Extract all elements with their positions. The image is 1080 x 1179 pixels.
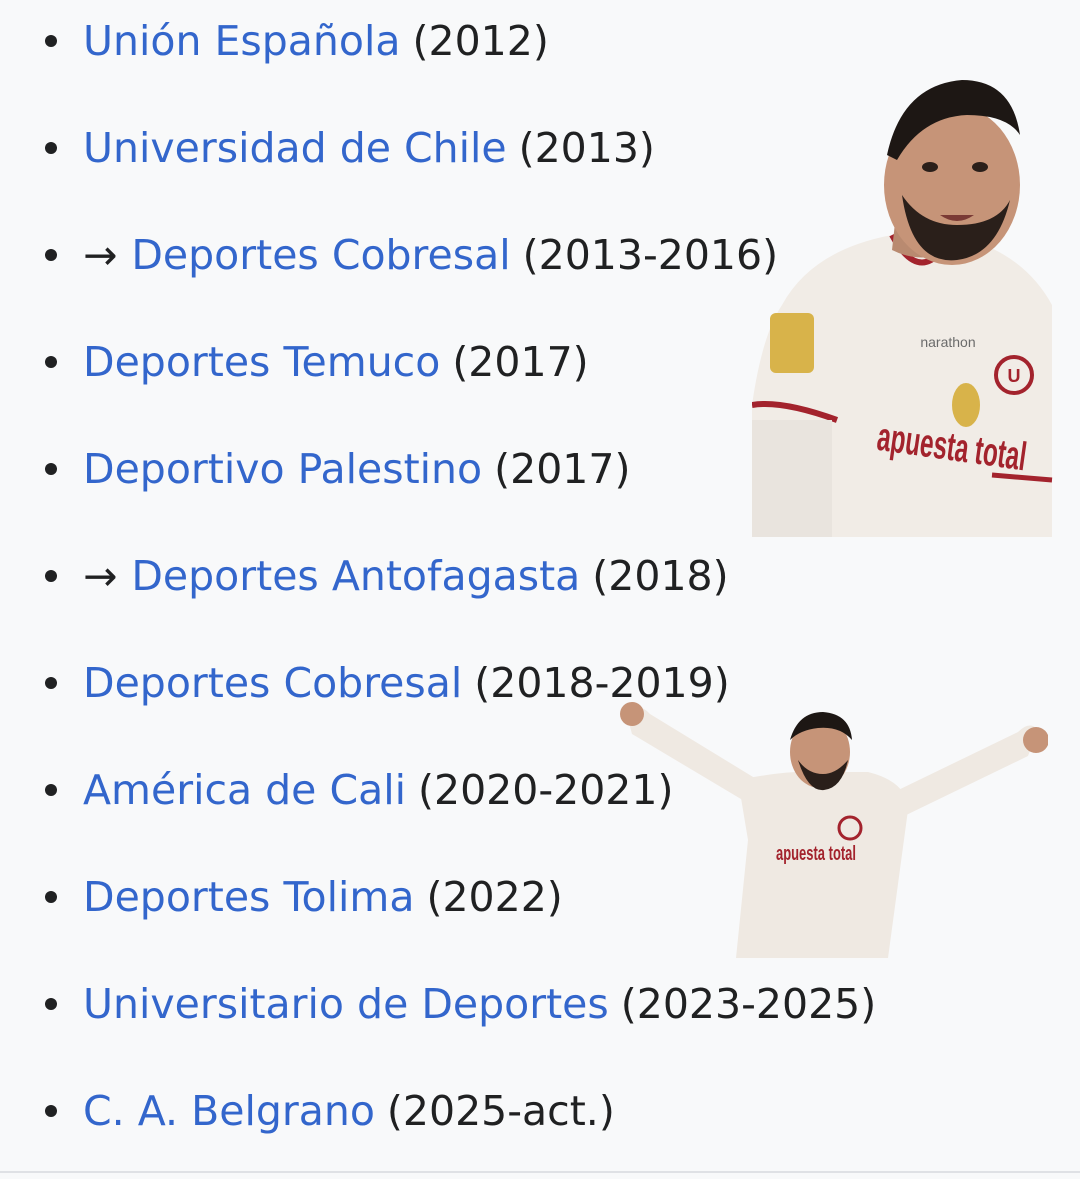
arrow-icon: → (83, 231, 118, 279)
list-item: Deportes Tolima (2022) (0, 867, 563, 927)
section-divider (0, 1171, 1080, 1173)
list-item: Unión Española (2012) (0, 11, 549, 71)
club-link-universitario-de-deportes[interactable]: Universitario de Deportes (83, 980, 609, 1028)
club-link-universidad-de-chile[interactable]: Universidad de Chile (83, 124, 507, 172)
shirt-maker-label: narathon (920, 334, 975, 350)
club-link-union-espanola[interactable]: Unión Española (83, 17, 401, 65)
list-item: C. A. Belgrano (2025-act.) (0, 1081, 615, 1141)
list-item: Universitario de Deportes (2023-2025) (0, 974, 876, 1034)
list-item: América de Cali (2020-2021) (0, 760, 673, 820)
club-years: (2017) (494, 445, 631, 493)
list-item: Deportes Temuco (2017) (0, 332, 589, 392)
club-link-deportes-cobresal-2[interactable]: Deportes Cobresal (83, 659, 462, 707)
bullet-icon (45, 356, 57, 368)
bullet-icon (45, 891, 57, 903)
bullet-icon (45, 249, 57, 261)
bullet-icon (45, 142, 57, 154)
club-years: (2022) (426, 873, 563, 921)
club-years: (2013) (518, 124, 655, 172)
club-link-deportes-temuco[interactable]: Deportes Temuco (83, 338, 440, 386)
player-celebration-photo: apuesta total (618, 700, 1048, 958)
list-item: Universidad de Chile (2013) (0, 118, 655, 178)
bullet-icon (45, 1105, 57, 1117)
club-link-deportes-tolima[interactable]: Deportes Tolima (83, 873, 414, 921)
list-item: → Deportes Antofagasta (2018) (0, 546, 729, 606)
bullet-icon (45, 35, 57, 47)
club-years: (2018) (592, 552, 729, 600)
club-years: (2017) (452, 338, 589, 386)
shirt-sponsor-label: apuesta total (776, 843, 856, 865)
club-link-america-de-cali[interactable]: América de Cali (83, 766, 406, 814)
club-years: (2023-2025) (620, 980, 877, 1028)
bullet-icon (45, 784, 57, 796)
club-link-deportes-antofagasta[interactable]: Deportes Antofagasta (131, 552, 580, 600)
player-portrait-image: U narathon apuesta total (752, 80, 1053, 537)
bullet-icon (45, 570, 57, 582)
svg-text:U: U (1008, 366, 1021, 386)
club-years: (2025-act.) (386, 1087, 615, 1135)
list-item: Deportivo Palestino (2017) (0, 439, 630, 499)
club-years: (2012) (412, 17, 549, 65)
list-item: → Deportes Cobresal (2013-2016) (0, 225, 778, 285)
bullet-icon (45, 677, 57, 689)
bullet-icon (45, 463, 57, 475)
player-celebration-image: apuesta total (620, 702, 1048, 958)
bullet-icon (45, 998, 57, 1010)
club-link-ca-belgrano[interactable]: C. A. Belgrano (83, 1087, 375, 1135)
arrow-icon: → (83, 552, 118, 600)
player-portrait-photo: U narathon apuesta total (752, 75, 1060, 537)
club-link-deportivo-palestino[interactable]: Deportivo Palestino (83, 445, 482, 493)
club-link-deportes-cobresal[interactable]: Deportes Cobresal (131, 231, 510, 279)
club-years: (2013-2016) (522, 231, 779, 279)
